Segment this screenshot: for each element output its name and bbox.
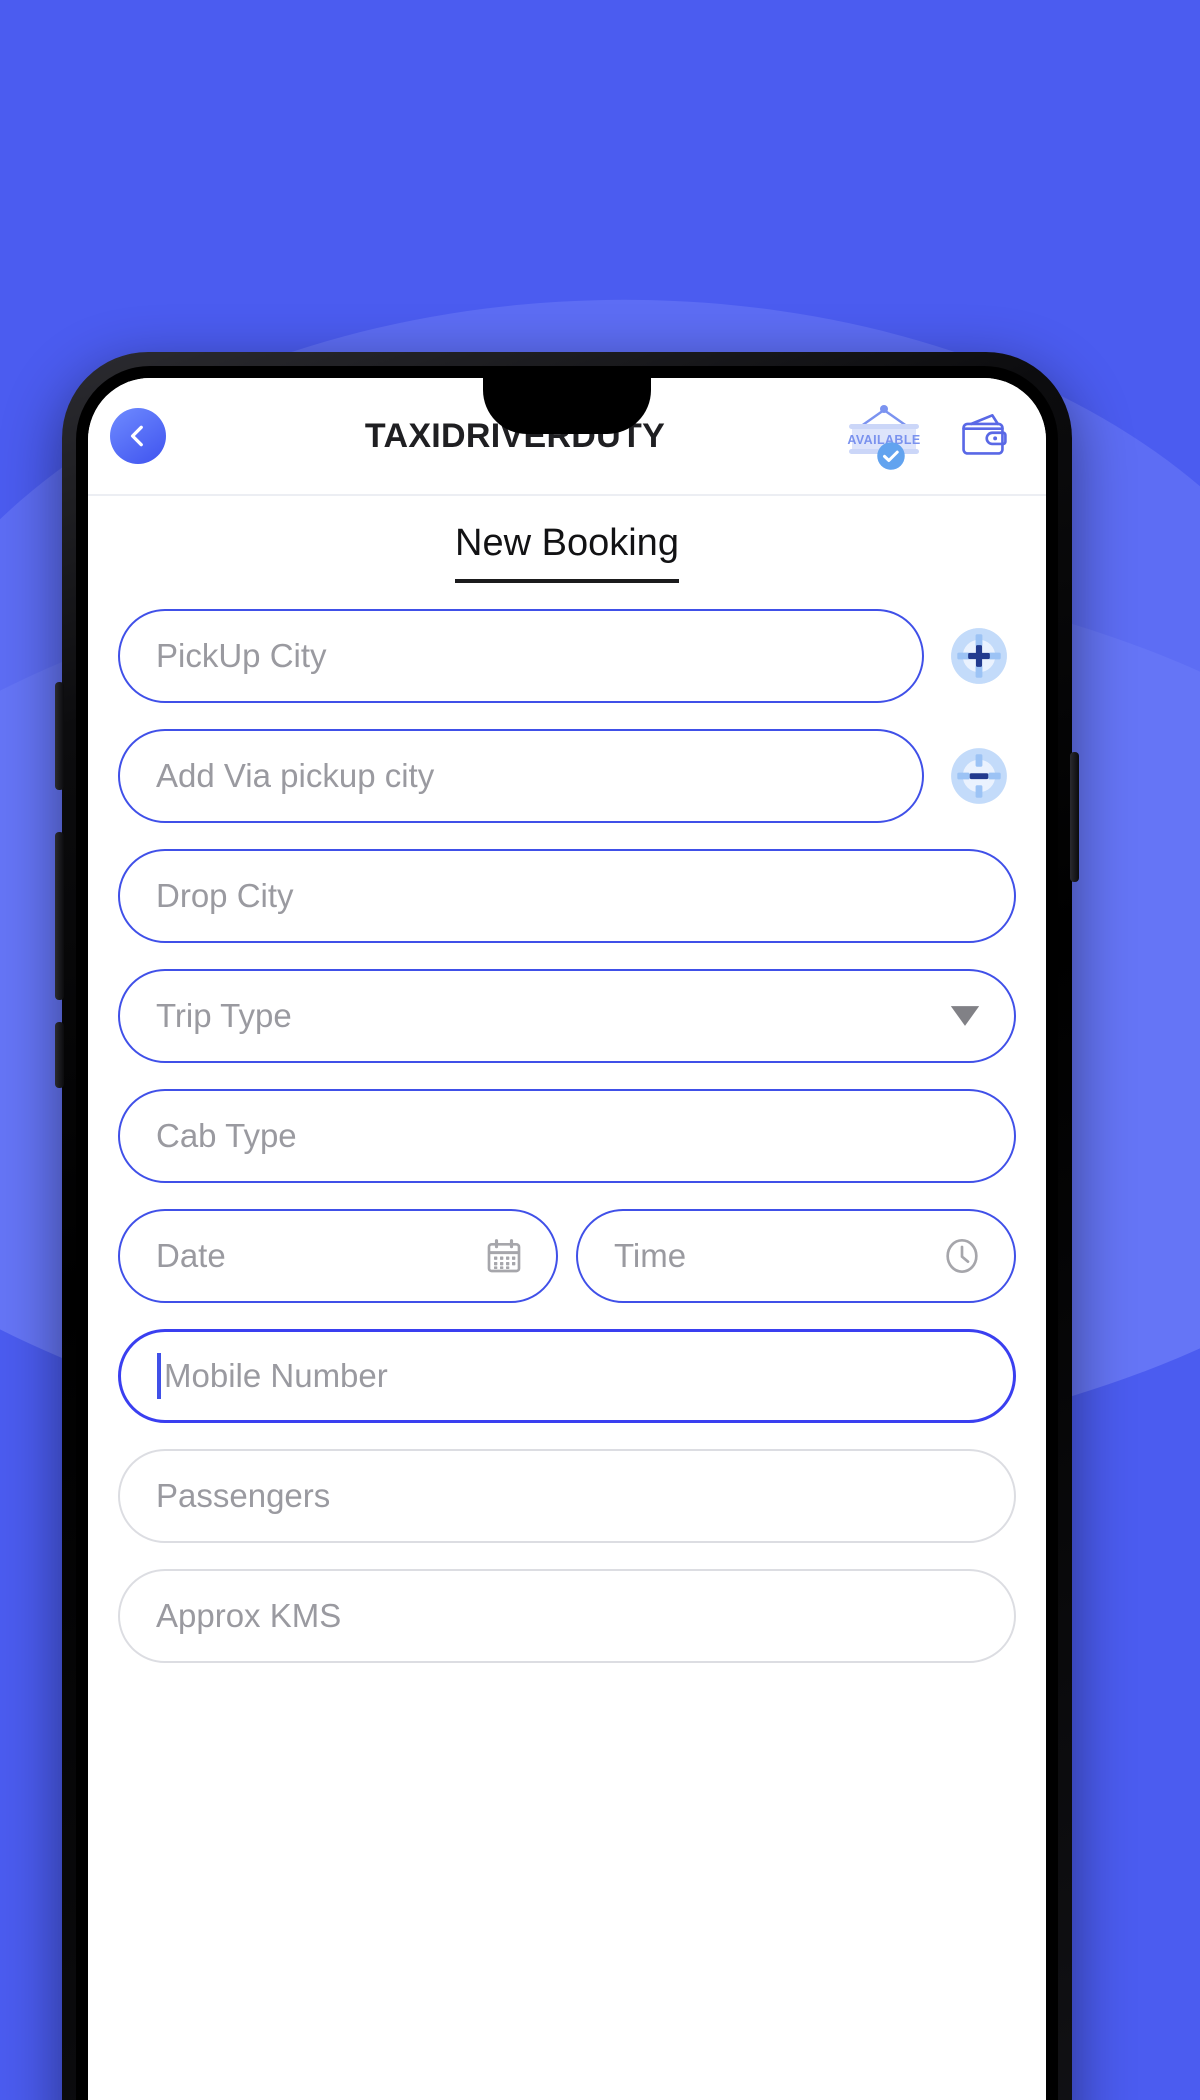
clock-icon[interactable] — [942, 1236, 982, 1276]
back-button[interactable] — [110, 408, 166, 464]
add-via-pickup-city-placeholder: Add Via pickup city — [156, 757, 435, 794]
field-row-date-time: Date Time — [118, 1209, 1016, 1303]
field-row-trip-type: Trip Type — [118, 969, 1016, 1063]
cab-type-field[interactable]: Cab Type — [118, 1089, 1016, 1183]
approx-kms-field[interactable]: Approx KMS — [118, 1569, 1016, 1663]
cab-type-placeholder: Cab Type — [156, 1117, 297, 1154]
add-location-target-icon[interactable] — [942, 619, 1016, 693]
availability-status-badge[interactable]: AVAILABLE — [838, 401, 930, 471]
phone-screen: TAXIDRIVERDUTY AVAILABLE New Booking Pic… — [88, 378, 1046, 2100]
phone-notch — [483, 378, 651, 434]
phone-button-right — [1070, 752, 1079, 882]
field-row-pickup-city: PickUp City — [118, 609, 1016, 703]
add-via-pickup-city-field[interactable]: Add Via pickup city — [118, 729, 924, 823]
page-title-container: New Booking — [118, 496, 1016, 583]
field-row-mobile-number: Mobile Number — [118, 1329, 1016, 1423]
field-row-add-via-pickup-city: Add Via pickup city — [118, 729, 1016, 823]
mobile-number-placeholder: Mobile Number — [164, 1357, 388, 1394]
drop-city-field[interactable]: Drop City — [118, 849, 1016, 943]
field-row-cab-type: Cab Type — [118, 1089, 1016, 1183]
field-row-drop-city: Drop City — [118, 849, 1016, 943]
screenshot-root: TAXIDRIVERDUTY AVAILABLE New Booking Pic… — [0, 0, 1200, 2100]
time-field[interactable]: Time — [576, 1209, 1016, 1303]
wallet-icon — [955, 406, 1011, 467]
chevron-down-icon[interactable] — [948, 1003, 982, 1029]
phone-button-left-mid — [55, 832, 64, 1000]
app-header-actions: AVAILABLE — [838, 401, 1014, 471]
date-field[interactable]: Date — [118, 1209, 558, 1303]
phone-button-left-top — [55, 682, 64, 790]
chevron-left-icon — [125, 423, 151, 449]
form-body: New Booking PickUp City Add Via pickup c… — [88, 496, 1046, 2100]
trip-type-placeholder: Trip Type — [156, 997, 292, 1034]
text-cursor — [157, 1353, 161, 1399]
phone-mockup: TAXIDRIVERDUTY AVAILABLE New Booking Pic… — [55, 352, 1079, 2100]
pickup-city-placeholder: PickUp City — [156, 637, 327, 674]
time-placeholder: Time — [614, 1237, 687, 1274]
pickup-city-field[interactable]: PickUp City — [118, 609, 924, 703]
mobile-number-field[interactable]: Mobile Number — [118, 1329, 1016, 1423]
remove-location-target-icon[interactable] — [942, 739, 1016, 813]
trip-type-select[interactable]: Trip Type — [118, 969, 1016, 1063]
field-row-passengers: Passengers — [118, 1449, 1016, 1543]
phone-button-left-bottom — [55, 1022, 64, 1088]
approx-kms-placeholder: Approx KMS — [156, 1597, 342, 1634]
calendar-icon[interactable] — [484, 1236, 524, 1276]
wallet-button[interactable] — [952, 405, 1014, 467]
field-row-approx-kms: Approx KMS — [118, 1569, 1016, 1663]
passengers-field[interactable]: Passengers — [118, 1449, 1016, 1543]
page-title: New Booking — [455, 522, 679, 583]
date-placeholder: Date — [156, 1237, 226, 1274]
passengers-placeholder: Passengers — [156, 1477, 331, 1514]
drop-city-placeholder: Drop City — [156, 877, 294, 914]
check-circle-icon — [876, 441, 906, 476]
